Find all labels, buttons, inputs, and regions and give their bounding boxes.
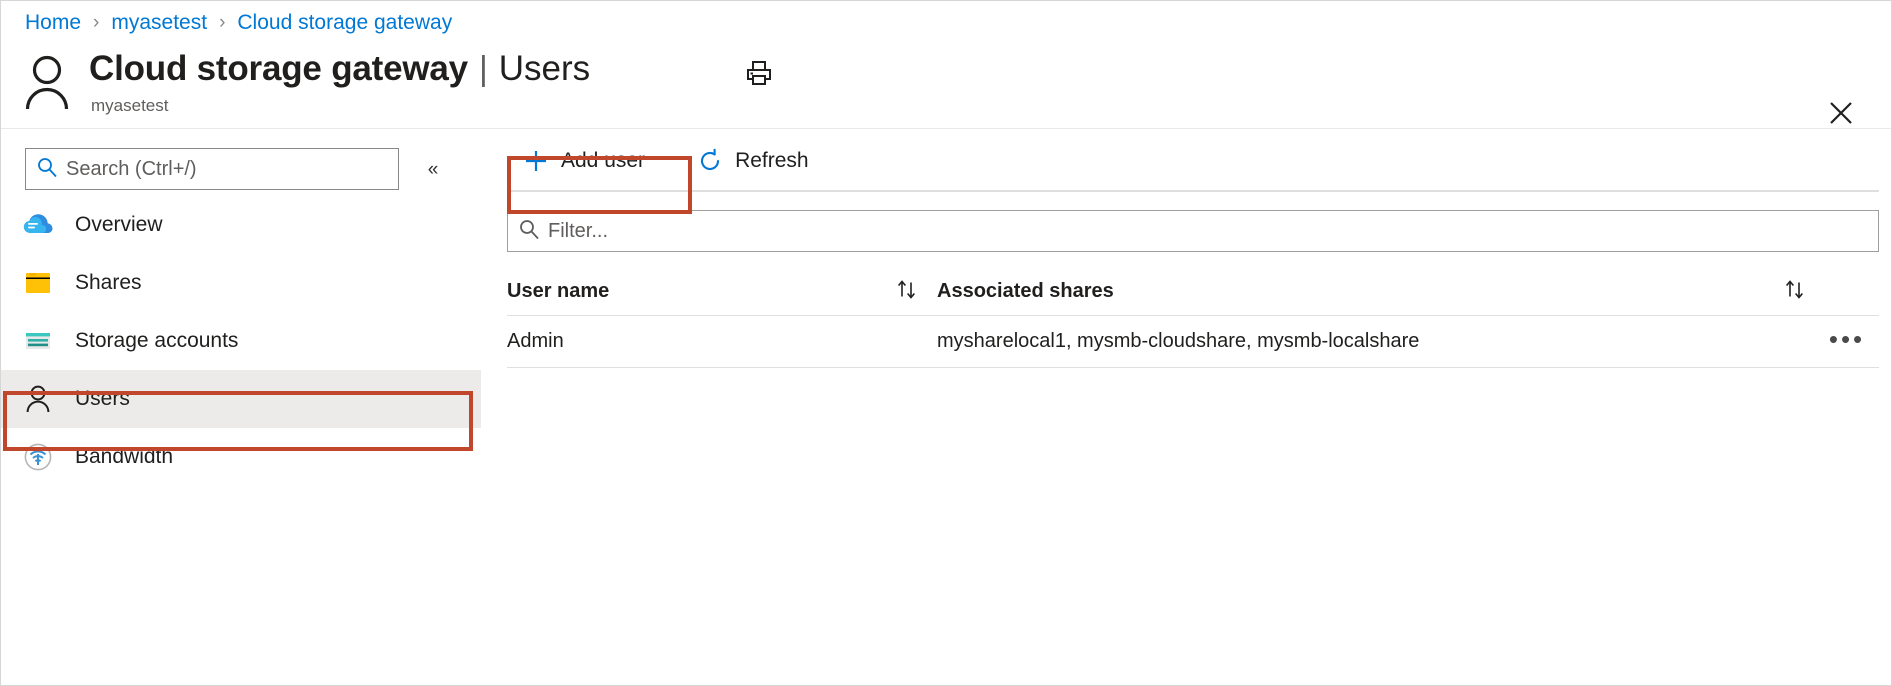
users-table: User name Associated shares Admin myshar…	[507, 268, 1879, 368]
filter-input[interactable]: Filter...	[507, 210, 1879, 252]
refresh-button[interactable]: Refresh	[683, 139, 823, 183]
close-button[interactable]	[1821, 95, 1861, 135]
table-header-row: User name Associated shares	[507, 268, 1879, 316]
row-actions[interactable]: •••	[1815, 326, 1879, 356]
refresh-icon	[697, 148, 723, 174]
chevron-double-left-icon: «	[427, 159, 439, 180]
filter-placeholder: Filter...	[548, 219, 609, 242]
toolbar-divider	[507, 190, 1879, 192]
page-title-section: Users	[498, 49, 591, 88]
close-icon	[1827, 99, 1855, 132]
sidebar-item-label: Overview	[75, 213, 163, 236]
page-subtitle: myasetest	[91, 96, 169, 115]
add-user-button[interactable]: Add user	[509, 139, 659, 183]
azure-portal-blade: Home › myasetest › Cloud storage gateway…	[0, 0, 1892, 686]
cloud-icon	[21, 208, 55, 242]
sort-arrows-icon[interactable]	[895, 278, 919, 305]
breadcrumb-item-myasetest[interactable]: myasetest	[111, 11, 207, 35]
breadcrumb-item-home[interactable]: Home	[25, 11, 81, 35]
sidebar-item-bandwidth[interactable]: Bandwidth	[1, 428, 481, 486]
more-options-icon[interactable]: •••	[1825, 326, 1869, 356]
sidebar-item-storage-accounts[interactable]: Storage accounts	[1, 312, 481, 370]
breadcrumb-item-cloud-storage-gateway[interactable]: Cloud storage gateway	[237, 11, 452, 35]
sidebar-item-shares[interactable]: Shares	[1, 254, 481, 312]
plus-icon	[523, 148, 549, 174]
sidebar-item-label: Storage accounts	[75, 329, 239, 352]
page-title-resource: Cloud storage gateway	[89, 49, 468, 88]
column-header-label: User name	[507, 280, 610, 302]
main-content: Add user Refresh Filter... User name Ass…	[481, 130, 1891, 685]
printer-icon	[744, 59, 774, 92]
breadcrumb-separator: ›	[93, 12, 100, 33]
sidebar-item-label: Users	[75, 387, 130, 410]
cell-user-name: Admin	[507, 330, 937, 353]
person-icon	[21, 382, 55, 416]
sidebar-nav: Overview Shares Storage accounts Users B…	[1, 196, 481, 486]
search-icon	[518, 218, 540, 245]
cell-associated-shares: mysharelocal1, mysmb-cloudshare, mysmb-l…	[937, 330, 1815, 353]
search-icon	[36, 156, 58, 183]
breadcrumb: Home › myasetest › Cloud storage gateway	[25, 7, 452, 39]
search-placeholder: Search (Ctrl+/)	[66, 157, 197, 180]
person-icon	[23, 53, 71, 110]
sort-arrows-icon[interactable]	[1783, 278, 1807, 305]
collapse-sidebar-button[interactable]: «	[419, 157, 447, 183]
print-button[interactable]	[737, 55, 781, 95]
sidebar-item-label: Bandwidth	[75, 445, 174, 468]
sidebar: Search (Ctrl+/) « Overview Shares Storag…	[1, 130, 481, 685]
storage-account-icon	[21, 324, 55, 358]
page-title-separator: |	[478, 50, 488, 88]
search-input[interactable]: Search (Ctrl+/)	[25, 148, 399, 190]
blade-header: Cloud storage gateway | Users myasetest	[21, 47, 1891, 124]
column-header-user-name[interactable]: User name	[507, 278, 937, 305]
column-header-label: Associated shares	[937, 280, 1114, 302]
sidebar-item-users[interactable]: Users	[1, 370, 481, 428]
page-title: Cloud storage gateway | Users	[89, 47, 590, 91]
sidebar-item-overview[interactable]: Overview	[1, 196, 481, 254]
user-name-value: Admin	[507, 330, 564, 352]
add-user-label: Add user	[561, 149, 646, 172]
associated-shares-value: mysharelocal1, mysmb-cloudshare, mysmb-l…	[937, 330, 1420, 352]
header-divider	[1, 128, 1891, 129]
table-row[interactable]: Admin mysharelocal1, mysmb-cloudshare, m…	[507, 316, 1879, 368]
sidebar-item-label: Shares	[75, 271, 142, 294]
refresh-label: Refresh	[735, 149, 809, 172]
breadcrumb-separator: ›	[219, 12, 226, 33]
command-toolbar: Add user Refresh	[481, 130, 1891, 192]
column-header-associated-shares[interactable]: Associated shares	[937, 278, 1815, 305]
folder-icon	[21, 266, 55, 300]
bandwidth-icon	[21, 440, 55, 474]
